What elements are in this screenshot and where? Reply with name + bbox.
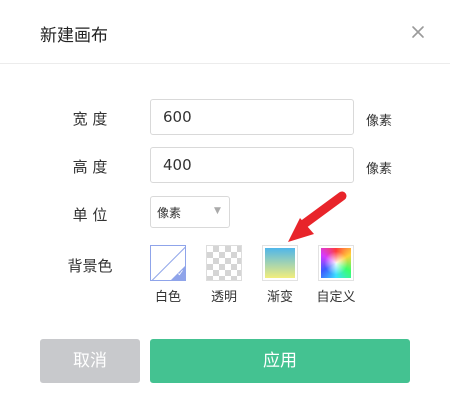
bg-option-custom-label: 自定义 — [316, 290, 356, 305]
height-unit: 像素 — [366, 162, 393, 177]
unit-select-value: 像素 — [157, 206, 182, 220]
close-icon[interactable] — [404, 18, 432, 46]
bg-option-transparent-label: 透明 — [210, 290, 237, 305]
red-arrow-icon — [270, 186, 360, 252]
selected-check-icon: ✓ — [170, 265, 185, 280]
height-label: 高 度 — [72, 158, 108, 176]
caret-down-icon: ▼ — [214, 206, 221, 216]
bg-option-transparent[interactable] — [206, 245, 242, 281]
bg-option-white[interactable]: ✓ — [150, 245, 186, 281]
unit-select[interactable]: 像素 ▼ — [150, 196, 230, 228]
background-label: 背景色 — [67, 257, 113, 275]
gradient-fill — [265, 248, 295, 278]
bg-option-white-label: 白色 — [154, 290, 181, 305]
color-wheel-fill — [321, 248, 351, 278]
bg-option-gradient-label: 渐变 — [266, 290, 293, 305]
height-input[interactable] — [150, 147, 354, 183]
dialog-title: 新建画布 — [40, 26, 108, 46]
apply-button[interactable]: 应用 — [150, 339, 410, 383]
dialog-header: 新建画布 — [0, 0, 450, 64]
width-input[interactable] — [150, 99, 354, 135]
cancel-button[interactable]: 取消 — [40, 339, 140, 383]
width-label: 宽 度 — [72, 110, 108, 128]
width-unit: 像素 — [366, 114, 393, 129]
unit-label: 单 位 — [72, 206, 108, 224]
